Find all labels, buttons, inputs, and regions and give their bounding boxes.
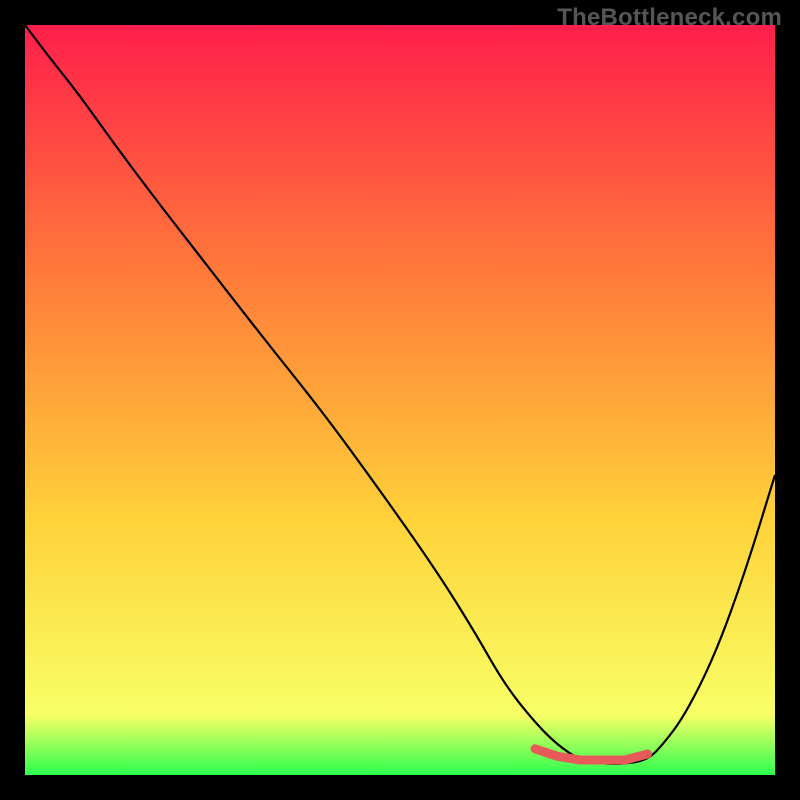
bottleneck-chart <box>25 25 775 775</box>
watermark-text: TheBottleneck.com <box>557 4 782 32</box>
gradient-background <box>25 25 775 775</box>
